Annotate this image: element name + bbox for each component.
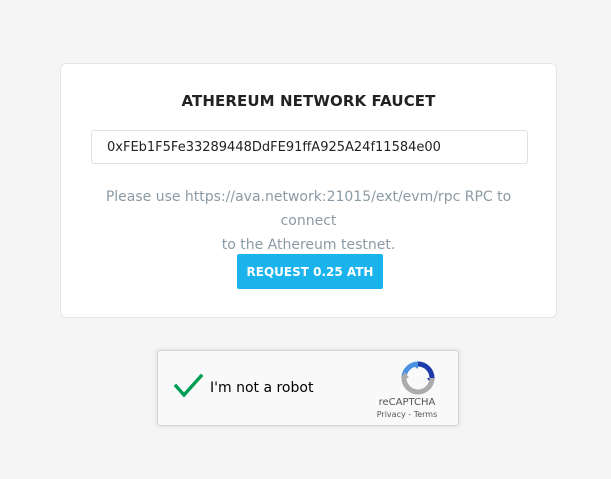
recaptcha-brand: reCAPTCHA bbox=[378, 397, 436, 408]
recaptcha-widget: I'm not a robot reCAPTCHA Privacy - Term… bbox=[157, 350, 459, 426]
privacy-link[interactable]: Privacy bbox=[377, 410, 406, 419]
recaptcha-links: Privacy - Terms bbox=[367, 410, 447, 419]
address-input[interactable] bbox=[91, 130, 528, 164]
recaptcha-logo-icon bbox=[401, 361, 435, 395]
link-separator: - bbox=[405, 410, 414, 419]
checkmark-icon[interactable] bbox=[173, 371, 205, 401]
not-a-robot-label: I'm not a robot bbox=[210, 380, 314, 396]
page-title: ATHEREUM NETWORK FAUCET bbox=[181, 92, 436, 110]
request-ath-button[interactable]: REQUEST 0.25 ATH bbox=[237, 254, 383, 289]
rpc-hint-line-1: Please use https://ava.network:21015/ext… bbox=[105, 189, 512, 229]
terms-link[interactable]: Terms bbox=[414, 410, 438, 419]
faucet-card: ATHEREUM NETWORK FAUCET Please use https… bbox=[60, 63, 557, 318]
rpc-hint-text: Please use https://ava.network:21015/ext… bbox=[81, 185, 536, 257]
